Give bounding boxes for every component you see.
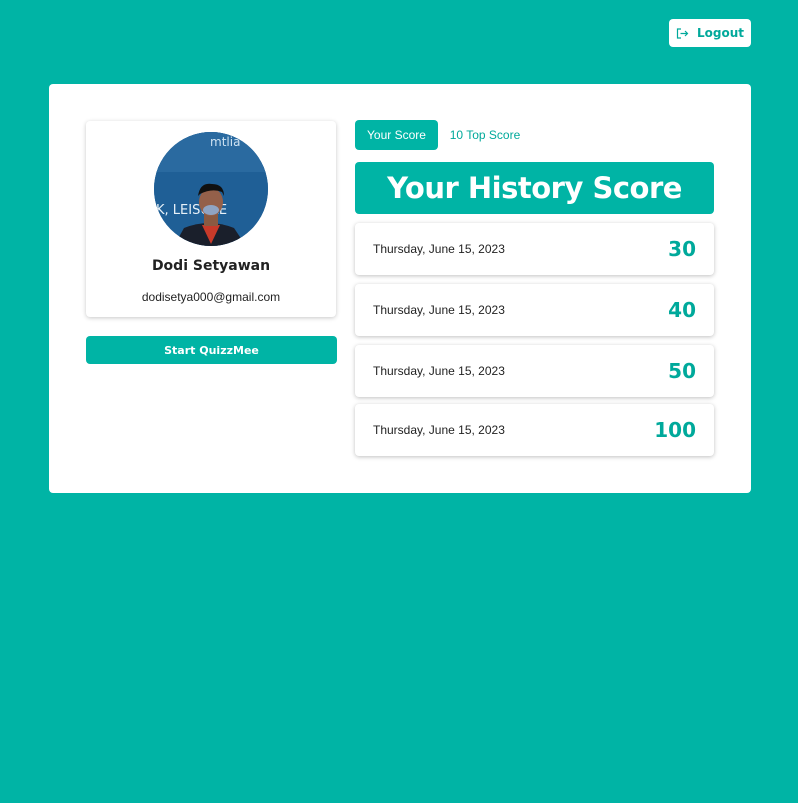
score-value: 30 bbox=[668, 237, 696, 261]
tab-top-score[interactable]: 10 Top Score bbox=[443, 120, 527, 150]
score-row: Thursday, June 15, 2023 50 bbox=[355, 345, 714, 397]
logout-icon bbox=[676, 27, 689, 39]
start-quiz-button[interactable]: Start QuizzMee bbox=[86, 336, 337, 364]
main-card: mtlia K, LEISURE Dodi Setyawan dodisetya… bbox=[49, 84, 751, 493]
profile-name: Dodi Setyawan bbox=[151, 258, 271, 274]
score-value: 100 bbox=[654, 418, 696, 442]
svg-text:mtlia: mtlia bbox=[210, 135, 240, 149]
score-date: Thursday, June 15, 2023 bbox=[373, 423, 505, 437]
logout-label: Logout bbox=[696, 26, 744, 40]
score-row: Thursday, June 15, 2023 30 bbox=[355, 223, 714, 275]
profile-email: dodisetya000@gmail.com bbox=[141, 290, 281, 304]
history-title: Your History Score bbox=[355, 162, 714, 214]
score-row: Thursday, June 15, 2023 100 bbox=[355, 404, 714, 456]
tab-your-score[interactable]: Your Score bbox=[355, 120, 438, 150]
avatar: mtlia K, LEISURE bbox=[154, 132, 268, 246]
profile-card: mtlia K, LEISURE Dodi Setyawan dodisetya… bbox=[86, 121, 336, 317]
score-date: Thursday, June 15, 2023 bbox=[373, 303, 505, 317]
score-row: Thursday, June 15, 2023 40 bbox=[355, 284, 714, 336]
score-value: 50 bbox=[668, 359, 696, 383]
score-date: Thursday, June 15, 2023 bbox=[373, 242, 505, 256]
score-date: Thursday, June 15, 2023 bbox=[373, 364, 505, 378]
logout-button[interactable]: Logout bbox=[669, 19, 751, 47]
score-value: 40 bbox=[668, 298, 696, 322]
